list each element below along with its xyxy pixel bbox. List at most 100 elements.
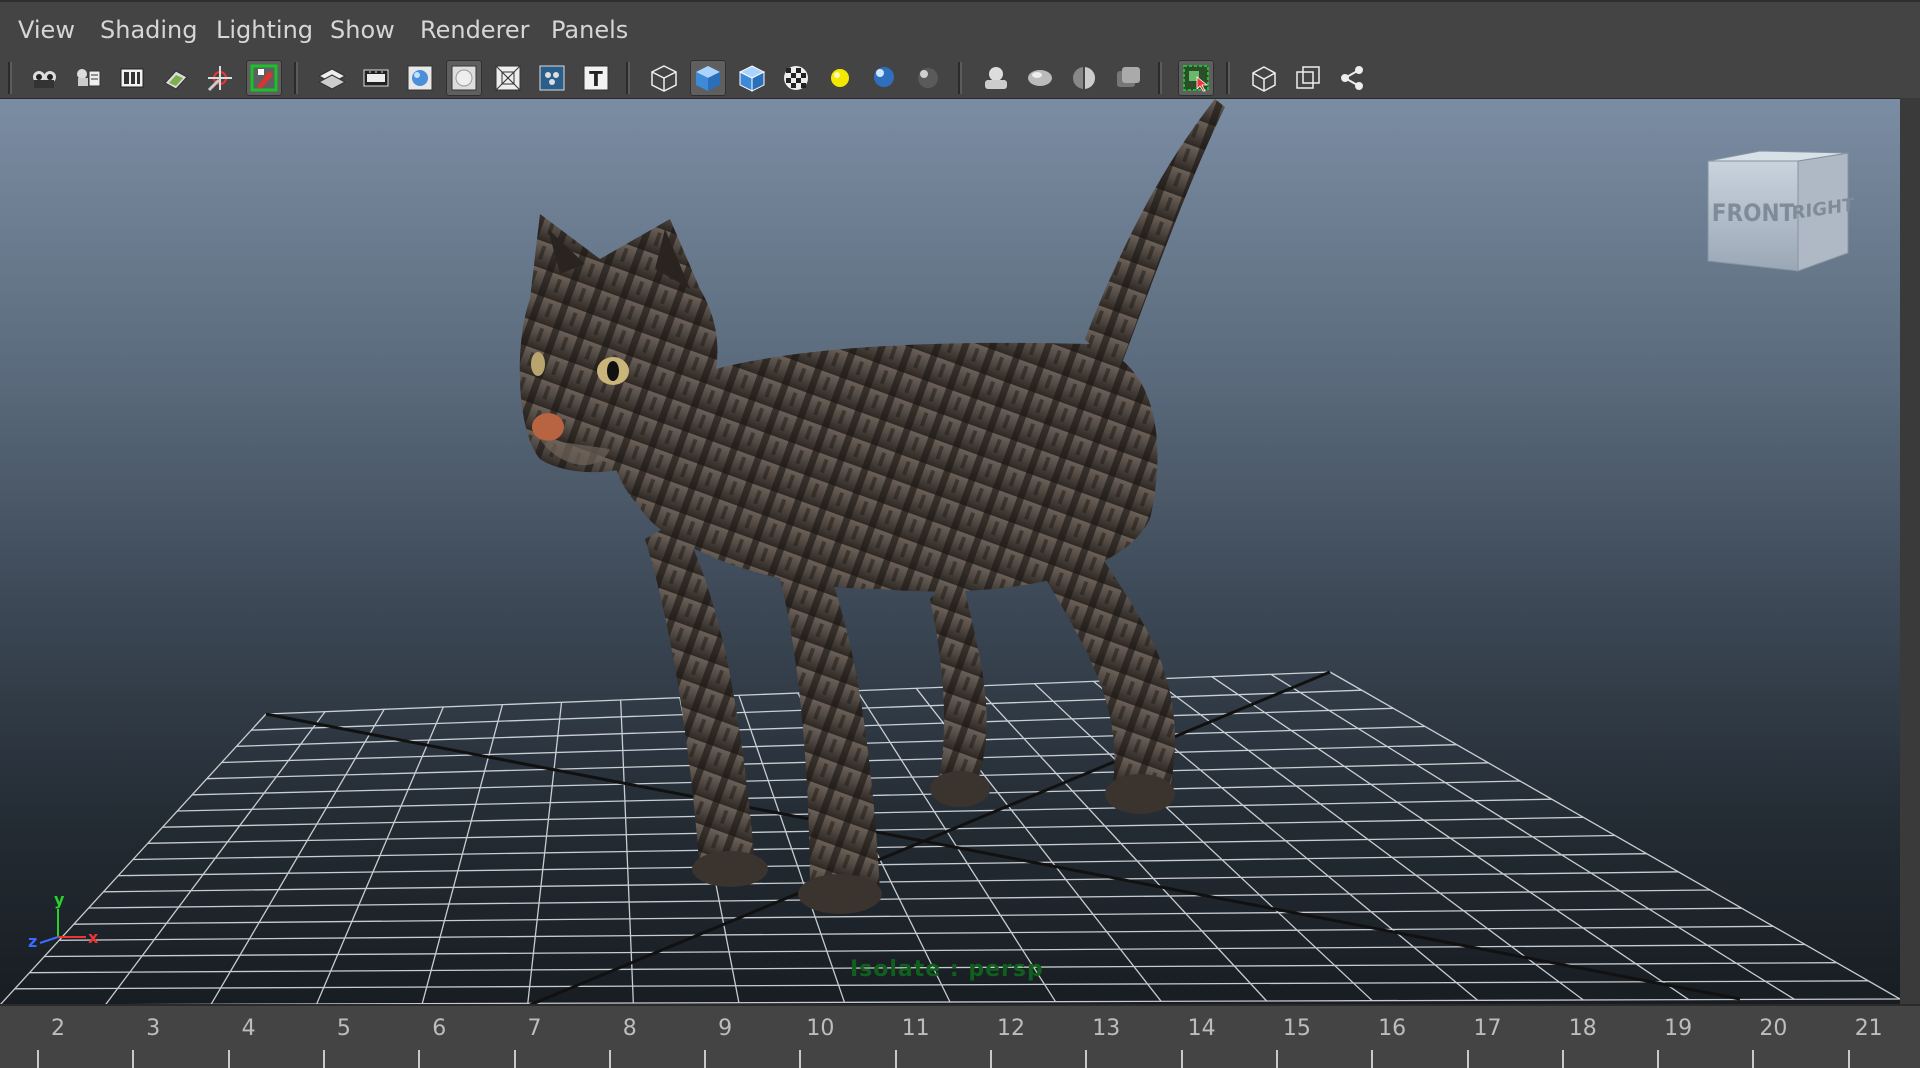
menu-lighting[interactable]: Lighting xyxy=(216,16,313,44)
xray-joints-icon[interactable] xyxy=(1334,60,1370,96)
timeline-tick xyxy=(1657,1050,1660,1068)
panel-toolbar: T xyxy=(0,58,1920,98)
menu-panels[interactable]: Panels xyxy=(551,16,628,44)
wireframe-on-shaded-icon[interactable] xyxy=(734,60,770,96)
use-all-lights-icon[interactable] xyxy=(822,60,858,96)
timeline-tick-label: 10 xyxy=(806,1016,835,1041)
panel-menu-bar: View Shading Lighting Show Renderer Pane… xyxy=(0,0,1920,58)
menu-shading[interactable]: Shading xyxy=(100,16,198,44)
film-gate-icon[interactable] xyxy=(358,60,394,96)
timeline-tick xyxy=(513,1050,516,1068)
axis-x-label: x xyxy=(88,928,99,947)
view-cube: FRONT RIGHT xyxy=(1707,150,1855,272)
timeline-tick-label: 19 xyxy=(1664,1016,1693,1041)
timeline-tick-label: 7 xyxy=(527,1016,542,1041)
safe-title-icon[interactable]: T xyxy=(578,60,614,96)
camera-attributes-icon[interactable] xyxy=(26,60,62,96)
timeline-tick-label: 4 xyxy=(241,1016,256,1041)
grid-line xyxy=(1152,678,1584,1001)
motion-blur-icon[interactable] xyxy=(978,60,1014,96)
grid-line xyxy=(1033,683,1373,1002)
timeline-tick xyxy=(418,1050,421,1068)
multisample-aa-icon[interactable] xyxy=(1022,60,1058,96)
toolbar-separator[interactable] xyxy=(1158,62,1162,94)
timeline-tick xyxy=(608,1050,611,1068)
wireframe-icon[interactable] xyxy=(646,60,682,96)
grid-line xyxy=(88,889,1711,909)
timeline-tick-label: 15 xyxy=(1282,1016,1311,1041)
toolbar-separator[interactable] xyxy=(958,62,962,94)
grid-line xyxy=(1270,673,1795,1000)
xray-active-components-icon[interactable] xyxy=(1290,60,1326,96)
timeline-tick xyxy=(1847,1050,1850,1068)
timeline-tick-label: 16 xyxy=(1378,1016,1407,1041)
axis-z-label: z xyxy=(28,932,37,951)
timeline-tick-label: 6 xyxy=(432,1016,447,1041)
time-slider[interactable]: 2 3 4 5 6 7 8 9 10 11 12 13 14 15 16 17 18 19 20 21 xyxy=(0,1004,1920,1068)
shadows-icon[interactable] xyxy=(866,60,902,96)
grid-axis-z xyxy=(529,670,1331,1005)
timeline-tick xyxy=(1752,1050,1755,1068)
menu-show[interactable]: Show xyxy=(330,16,395,44)
svg-text:T: T xyxy=(589,67,603,91)
timeline-tick xyxy=(990,1050,992,1068)
smooth-shade-icon[interactable] xyxy=(690,60,726,96)
timeline-tick-label: 3 xyxy=(146,1016,161,1041)
field-chart-icon[interactable] xyxy=(490,60,526,96)
panel-scroll-edge xyxy=(1900,98,1920,1004)
textured-icon[interactable] xyxy=(778,60,814,96)
timeline-tick-label: 5 xyxy=(336,1016,351,1041)
timeline-tick xyxy=(227,1050,230,1068)
isolate-select-icon[interactable] xyxy=(1178,60,1214,96)
safe-action-icon[interactable] xyxy=(534,60,570,96)
grid-icon[interactable] xyxy=(314,60,350,96)
timeline-tick xyxy=(1085,1050,1088,1068)
timeline-tick xyxy=(322,1050,325,1068)
grease-pencil-icon[interactable] xyxy=(202,60,238,96)
timeline-tick-label: 17 xyxy=(1473,1016,1502,1041)
timeline-tick-label: 11 xyxy=(901,1016,930,1041)
menu-view[interactable]: View xyxy=(18,16,75,44)
toolbar-separator[interactable] xyxy=(626,62,630,94)
cat-model xyxy=(519,99,1225,914)
xray-icon[interactable] xyxy=(1246,60,1282,96)
timeline-tick-label: 21 xyxy=(1854,1016,1883,1041)
menu-renderer[interactable]: Renderer xyxy=(420,16,530,44)
timeline-tick xyxy=(894,1050,897,1068)
2d-pan-zoom-icon[interactable] xyxy=(158,60,194,96)
hardware-fog-icon[interactable] xyxy=(1110,60,1146,96)
timeline-tick-label: 9 xyxy=(718,1016,733,1041)
timeline-tick-label: 13 xyxy=(1092,1016,1121,1041)
toolbar-separator[interactable] xyxy=(294,62,298,94)
timeline-tick xyxy=(799,1050,802,1068)
timeline-tick-label: 14 xyxy=(1187,1016,1216,1041)
image-plane-icon[interactable] xyxy=(114,60,150,96)
timeline-tick xyxy=(37,1050,39,1068)
gate-mask-icon[interactable] xyxy=(446,60,482,96)
screen-space-ao-icon[interactable] xyxy=(910,60,946,96)
timeline-tick xyxy=(132,1050,135,1068)
select-camera-icon[interactable] xyxy=(246,60,282,96)
grid-line xyxy=(44,943,1806,958)
grid-line xyxy=(59,925,1774,941)
grid-line xyxy=(73,907,1742,925)
timeline-tick-label: 20 xyxy=(1759,1016,1788,1041)
timeline-tick xyxy=(1466,1050,1469,1068)
timeline-tick xyxy=(1275,1050,1278,1068)
timeline-tick-label: 12 xyxy=(997,1016,1025,1041)
grid-line xyxy=(14,980,1869,990)
perspective-viewport[interactable]: FRONT RIGHT y x z Isolate : persp xyxy=(0,98,1900,1005)
grid-line xyxy=(103,871,1679,893)
toolbar-separator[interactable] xyxy=(8,62,12,94)
view-cube-front-label[interactable]: FRONT xyxy=(1712,199,1795,227)
depth-of-field-icon[interactable] xyxy=(1066,60,1102,96)
resolution-gate-icon[interactable] xyxy=(402,60,438,96)
timeline-tick-label: 2 xyxy=(51,1016,65,1041)
axis-gizmo: y x z xyxy=(28,890,99,951)
toolbar-separator[interactable] xyxy=(1226,62,1230,94)
axis-y-label: y xyxy=(54,890,65,909)
timeline-tick xyxy=(1561,1050,1564,1068)
timeline-tick xyxy=(704,1050,707,1068)
timeline-tick-label: 8 xyxy=(622,1016,637,1041)
bookmarks-icon[interactable] xyxy=(70,60,106,96)
